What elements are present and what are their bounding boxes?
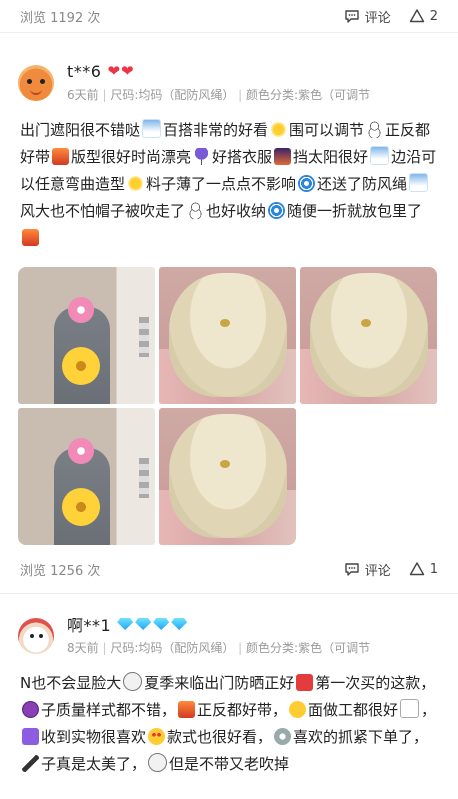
comment-button[interactable]: 评论 [344,7,391,26]
emoji-icon [142,119,162,138]
like-count: 2 [429,8,438,24]
review-photo[interactable] [159,267,296,404]
size-info: 尺码:均码（配防风绳） [99,641,235,655]
review-card: 啊**1 8天前尺码:均码（配防风绳）颜色分类:紫色（可调节 N也不会显脸大 夏季… [0,594,458,778]
review-photo[interactable] [18,267,155,404]
review-photo[interactable] [18,408,155,545]
review-text-segment: 喜欢的抓紧下单了， [293,728,429,746]
review-text-segment: 百搭非常的好看 [163,121,269,139]
level-badge [117,618,188,630]
emoji-icon [127,175,145,192]
like-icon [409,562,424,576]
like-icon [409,9,424,23]
review-text-segment: 挡太阳很好 [293,148,369,166]
emoji-icon [274,728,292,745]
review-text-segment: 夏季来临出门防晒正好 [144,674,295,692]
review-text: N也不会显脸大 夏季来临出门防晒正好 第一次买的这款， 子质量样式都不错， 正反都好带，… [20,670,440,778]
review-text-segment: 款式也很好看， [167,728,273,746]
emoji-icon [148,728,166,745]
review-text: 出门遮阳很不错哒 百搭非常的好看 围可以调节 正反都好带 版型很好时尚漂亮 好搭衣服 挡太阳… [20,117,440,252]
review-text-segment: ， [421,701,437,719]
review-photo[interactable] [159,408,296,545]
review-card: t**6 ❤ ❤ 6天前尺码:均码（配防风绳）颜色分类:紫色（可调节 出门遮阳很… [0,33,458,545]
diamond-icon [117,618,134,630]
review-text-segment: 风大也不怕帽子被吹走了 [20,202,186,220]
color-info: 颜色分类:紫色（可调节 [234,641,370,655]
views-count: 浏览 1192 次 [20,10,101,26]
review-text-segment: 料子薄了一点点不影响 [146,175,297,193]
review-text-segment: 面做工都很好 [308,701,399,719]
views-count: 浏览 1256 次 [20,563,101,579]
heart-icon: ❤ [107,61,121,80]
review-text-segment: 收到实物很喜欢 [41,728,147,746]
emoji-icon [274,148,292,165]
heart-icon: ❤ [121,61,134,80]
review-date: 6天前 [67,88,99,102]
avatar[interactable] [18,618,54,654]
emoji-icon [148,753,168,772]
review-meta: 6天前尺码:均码（配防风绳）颜色分类:紫色（可调节 [67,85,440,105]
level-badge: ❤ ❤ [107,61,134,80]
emoji-icon [22,701,39,718]
emoji-icon [187,202,205,219]
emoji-icon [52,148,70,165]
emoji-icon [270,121,288,138]
diamond-icon [153,618,170,630]
review-text-segment: 好搭衣服 [212,148,273,166]
emoji-icon [289,701,307,718]
emoji-icon [370,146,390,165]
review-text-segment: 也好收纳 [206,202,267,220]
emoji-icon [22,229,39,246]
like-button[interactable]: 2 [409,8,438,24]
emoji-icon [193,148,211,165]
review-text-segment: 但是不带又老吹掉 [169,755,290,773]
diamond-icon [135,618,152,630]
like-count: 1 [429,561,438,577]
comment-icon [345,563,359,576]
username: 啊**1 [67,616,112,635]
review-photo[interactable] [300,267,437,404]
review-text-segment: 还送了防风绳 [317,175,408,193]
username: t**6 [67,61,102,81]
review-text-segment: 出门遮阳很不错哒 [20,121,141,139]
review-text-segment: N也不会显脸大 [20,674,122,692]
review-date: 8天前 [67,641,99,655]
review-text-segment: 子质量样式都不错， [41,701,177,719]
comment-icon [345,10,359,23]
like-button[interactable]: 1 [409,561,438,577]
review-text-segment: 围可以调节 [289,121,365,139]
review-text-segment: 随便一折就放包里了 [287,202,423,220]
review-stats: 浏览 1256 次 评论 1 [0,545,458,593]
emoji-icon [178,701,196,718]
emoji-icon [296,674,314,691]
avatar[interactable] [18,65,54,101]
review-text-segment: 版型很好时尚漂亮 [71,148,192,166]
emoji-icon [268,202,286,219]
color-info: 颜色分类:紫色（可调节 [234,88,370,102]
emoji-icon [22,755,39,772]
comment-label: 评论 [364,10,391,26]
emoji-icon [400,699,420,718]
review-text-segment: 子真是太美了， [41,755,147,773]
comment-button[interactable]: 评论 [344,560,391,579]
diamond-icon [171,618,188,630]
emoji-icon [366,121,384,138]
emoji-icon [123,672,143,691]
review-stats-top: 浏览 1192 次 评论 2 [0,0,458,32]
comment-label: 评论 [364,563,391,579]
emoji-icon [22,728,39,745]
review-meta: 8天前尺码:均码（配防风绳）颜色分类:紫色（可调节 [67,638,440,658]
review-text-segment: 第一次买的这款， [315,674,436,692]
size-info: 尺码:均码（配防风绳） [99,88,235,102]
review-photos [18,267,440,545]
emoji-icon [298,175,316,192]
emoji-icon [409,173,429,192]
review-text-segment: 正反都好带， [197,701,288,719]
